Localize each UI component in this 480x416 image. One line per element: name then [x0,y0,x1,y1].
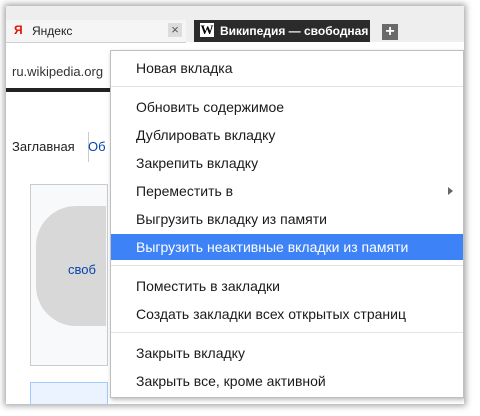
page-link[interactable]: своб [68,262,96,277]
page-tab-discuss[interactable]: Об [88,132,106,162]
menu-item-label: Обновить содержимое [136,99,285,115]
new-tab-button[interactable]: + [382,24,398,40]
tab-bar: Я Яндекс × W Википедия — свободная э + [6,6,464,43]
menu-item-label: Поместить в закладки [136,278,280,294]
menu-item-label: Дублировать вкладку [136,127,276,143]
tab-title: Яндекс [32,24,73,38]
menu-separator [111,332,463,333]
menu-item-bookmark-all[interactable]: Создать закладки всех открытых страниц [111,301,463,327]
page-tab-main[interactable]: Заглавная [6,132,89,162]
menu-item-move-to[interactable]: Переместить в [111,178,463,204]
tab-title: Википедия — свободная э [220,24,370,38]
wikipedia-favicon-icon: W [200,22,214,37]
menu-item-pin[interactable]: Закрепить вкладку [111,150,463,176]
menu-item-close-tab[interactable]: Закрыть вкладку [111,340,463,366]
menu-item-label: Создать закладки всех открытых страниц [136,306,406,322]
menu-item-bookmark[interactable]: Поместить в закладки [111,273,463,299]
url-text: ru.wikipedia.org [12,64,104,79]
menu-item-label: Новая вкладка [136,60,233,76]
menu-item-reload[interactable]: Обновить содержимое [111,94,463,120]
menu-item-label: Закрыть вкладку [136,345,245,361]
menu-item-close-others[interactable]: Закрыть все, кроме активной [111,368,463,394]
menu-item-label: Закрепить вкладку [136,155,259,171]
yandex-favicon-icon: Я [14,23,23,37]
menu-item-label: Выгрузить неактивные вкладки из памяти [136,239,409,255]
menu-separator [111,265,463,266]
menu-item-new-tab[interactable]: Новая вкладка [111,55,463,81]
menu-item-unload-inactive[interactable]: Выгрузить неактивные вкладки из памяти [111,234,463,260]
menu-separator [111,86,463,87]
submenu-arrow-icon [448,187,453,195]
tab-yandex[interactable]: Я Яндекс × [6,20,186,43]
menu-item-label: Закрыть все, кроме активной [136,373,326,389]
menu-item-label: Переместить в [136,183,234,199]
tab-context-menu: Новая вкладка Обновить содержимое Дублир… [110,50,464,398]
menu-item-label: Выгрузить вкладку из памяти [136,211,327,227]
info-box [30,382,108,404]
menu-item-duplicate[interactable]: Дублировать вкладку [111,122,463,148]
browser-window: Я Яндекс × W Википедия — свободная э + r… [6,6,464,404]
tab-wikipedia[interactable]: W Википедия — свободная э [194,20,370,42]
menu-item-unload-tab[interactable]: Выгрузить вкладку из памяти [111,206,463,232]
close-tab-icon[interactable]: × [168,23,182,37]
